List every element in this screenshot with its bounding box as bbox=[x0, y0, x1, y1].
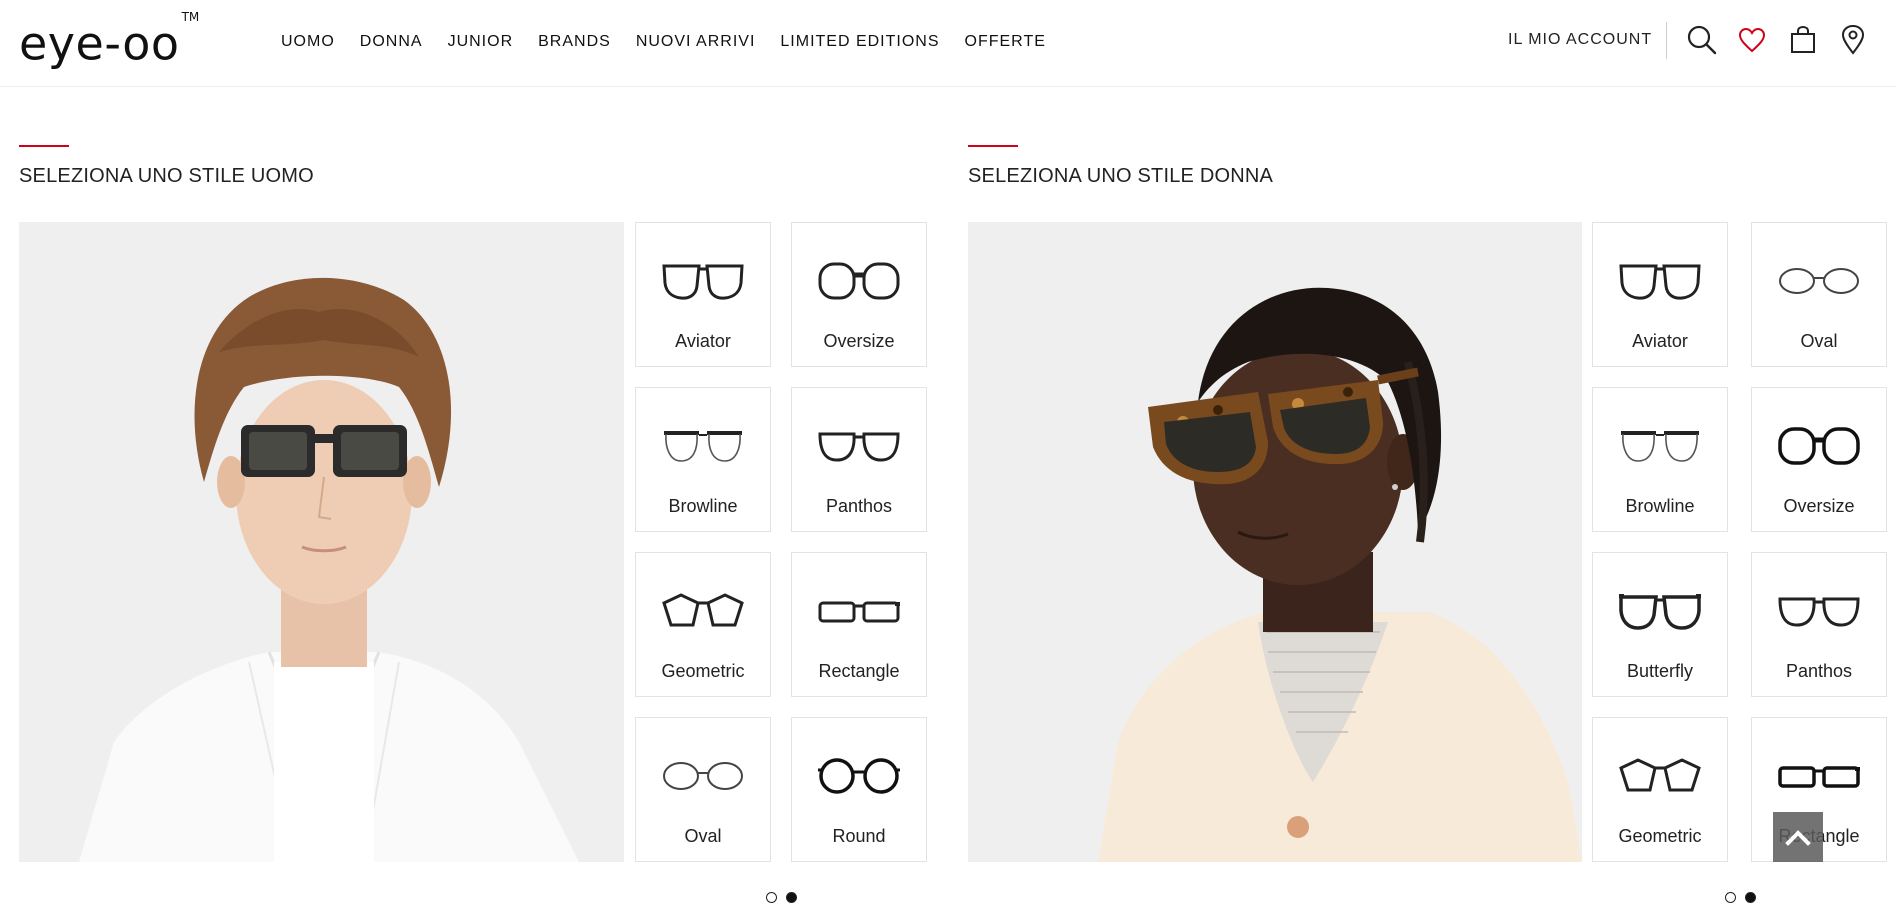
style-tile-geometric[interactable]: Geometric bbox=[635, 552, 771, 697]
browline-glasses-icon bbox=[664, 431, 742, 462]
carousel-dot-1[interactable] bbox=[766, 892, 777, 903]
men-style-section: SELEZIONA UNO STILE UOMO bbox=[19, 145, 314, 188]
trademark: TM bbox=[181, 10, 200, 24]
section-accent-line bbox=[19, 145, 69, 147]
heart-icon[interactable] bbox=[1736, 24, 1768, 56]
carousel-dot-1[interactable] bbox=[1725, 892, 1736, 903]
men-hero-image[interactable] bbox=[19, 222, 624, 862]
style-label: Aviator bbox=[675, 331, 731, 351]
style-tile-panthos[interactable]: Panthos bbox=[791, 387, 927, 532]
nav-uomo[interactable]: UOMO bbox=[281, 32, 335, 52]
carousel-dot-2[interactable] bbox=[1745, 892, 1756, 903]
style-tile-oversize[interactable]: Oversize bbox=[791, 222, 927, 367]
style-tile-aviator[interactable]: Aviator bbox=[1592, 222, 1728, 367]
style-label: Oversize bbox=[823, 331, 895, 351]
style-tile-oval[interactable]: Oval bbox=[1751, 222, 1887, 367]
style-label: Butterfly bbox=[1626, 661, 1694, 681]
panthos-glasses-icon bbox=[818, 432, 900, 462]
main-nav: UOMO DONNA JUNIOR BRANDS NUOVI ARRIVI LI… bbox=[281, 32, 1071, 52]
style-label: Geometric bbox=[1618, 826, 1702, 846]
women-hero-image[interactable] bbox=[968, 222, 1582, 862]
butterfly-glasses-icon bbox=[1619, 594, 1701, 630]
logo-text: eye-oo bbox=[19, 16, 180, 71]
style-label: Browline bbox=[668, 496, 738, 516]
nav-nuovi-arrivi[interactable]: NUOVI ARRIVI bbox=[636, 32, 756, 52]
aviator-glasses-icon bbox=[1619, 264, 1701, 300]
section-accent-line bbox=[968, 145, 1018, 147]
style-label: Oversize bbox=[1783, 496, 1855, 516]
style-label: Aviator bbox=[1632, 331, 1688, 351]
oversize-glasses-icon bbox=[1778, 427, 1860, 465]
geometric-glasses-icon bbox=[1619, 758, 1701, 792]
style-tile-round[interactable]: Round bbox=[791, 717, 927, 862]
oversize-glasses-icon bbox=[818, 262, 900, 300]
style-tile-rectangle[interactable]: Rectangle bbox=[791, 552, 927, 697]
oval-glasses-icon bbox=[663, 762, 743, 790]
nav-donna[interactable]: DONNA bbox=[360, 32, 423, 52]
style-label: Geometric bbox=[661, 661, 745, 681]
style-label: Oval bbox=[684, 826, 722, 846]
style-tile-oversize[interactable]: Oversize bbox=[1751, 387, 1887, 532]
style-tile-geometric[interactable]: Geometric bbox=[1592, 717, 1728, 862]
location-pin-icon[interactable] bbox=[1837, 24, 1869, 56]
rectangle-glasses-icon bbox=[1778, 766, 1860, 788]
site-header: eye-oo TM UOMO DONNA JUNIOR BRANDS NUOVI … bbox=[0, 0, 1896, 87]
nav-limited-editions[interactable]: LIMITED EDITIONS bbox=[780, 32, 939, 52]
search-icon[interactable] bbox=[1686, 24, 1718, 56]
nav-brands[interactable]: BRANDS bbox=[538, 32, 611, 52]
geometric-glasses-icon bbox=[662, 593, 744, 627]
carousel-dot-2[interactable] bbox=[786, 892, 797, 903]
women-carousel-dots bbox=[1725, 892, 1756, 903]
women-section-title: SELEZIONA UNO STILE DONNA bbox=[968, 165, 1274, 187]
nav-junior[interactable]: JUNIOR bbox=[448, 32, 514, 52]
men-section-title: SELEZIONA UNO STILE UOMO bbox=[19, 165, 314, 187]
round-glasses-icon bbox=[818, 758, 900, 794]
style-tile-oval[interactable]: Oval bbox=[635, 717, 771, 862]
style-tile-browline[interactable]: Browline bbox=[635, 387, 771, 532]
style-label: Panthos bbox=[1785, 661, 1853, 681]
oval-glasses-icon bbox=[1779, 268, 1859, 294]
style-label: Round bbox=[832, 826, 886, 846]
panthos-glasses-icon bbox=[1778, 597, 1860, 627]
rectangle-glasses-icon bbox=[818, 601, 900, 623]
header-divider bbox=[1666, 22, 1667, 59]
aviator-glasses-icon bbox=[662, 264, 744, 300]
style-tile-panthos[interactable]: Panthos bbox=[1751, 552, 1887, 697]
style-label: Rectangle bbox=[818, 661, 900, 681]
style-label: Browline bbox=[1625, 496, 1695, 516]
style-tile-butterfly[interactable]: Butterfly bbox=[1592, 552, 1728, 697]
men-carousel-dots bbox=[766, 892, 797, 903]
browline-glasses-icon bbox=[1621, 431, 1699, 462]
style-label: Panthos bbox=[825, 496, 893, 516]
logo[interactable]: eye-oo TM bbox=[19, 10, 199, 71]
style-tile-aviator[interactable]: Aviator bbox=[635, 222, 771, 367]
style-tile-browline[interactable]: Browline bbox=[1592, 387, 1728, 532]
shopping-bag-icon[interactable] bbox=[1787, 24, 1819, 56]
chevron-up-icon bbox=[1785, 830, 1811, 846]
account-link[interactable]: IL MIO ACCOUNT bbox=[1508, 30, 1652, 50]
style-label: Oval bbox=[1800, 331, 1838, 351]
nav-offerte[interactable]: OFFERTE bbox=[965, 32, 1046, 52]
women-style-section: SELEZIONA UNO STILE DONNA bbox=[968, 145, 1273, 188]
back-to-top-button[interactable] bbox=[1773, 812, 1823, 862]
